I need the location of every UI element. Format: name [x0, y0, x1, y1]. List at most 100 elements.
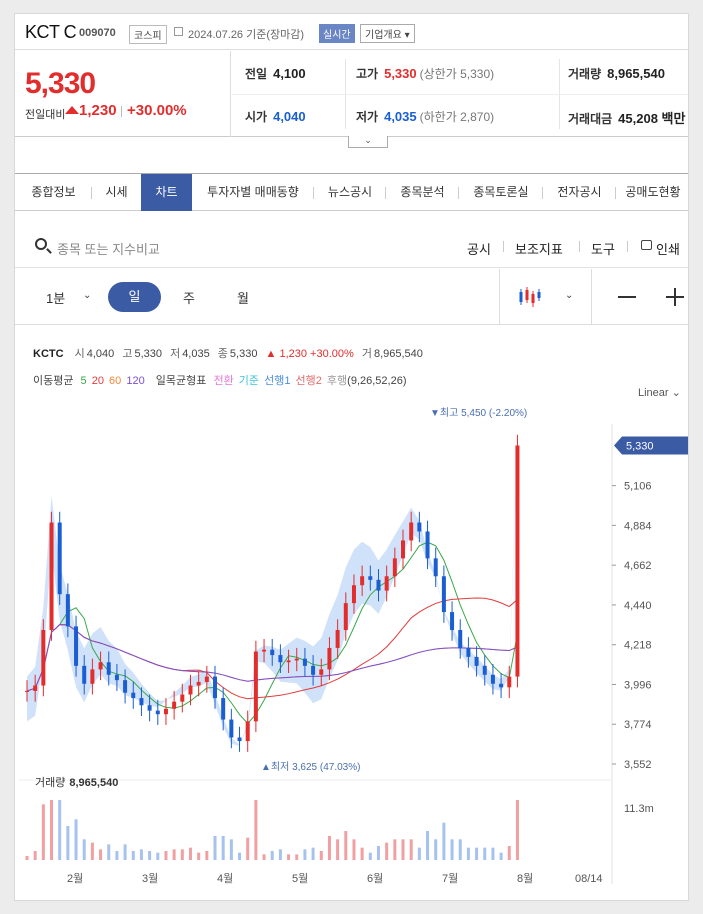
minute-period[interactable]: 1분: [46, 288, 65, 307]
volume-bar: [221, 836, 225, 860]
compare-search-input[interactable]: 종목 또는 지수비교: [57, 239, 160, 258]
period-month[interactable]: 월: [237, 288, 249, 307]
volume-value: 8,965,540: [607, 66, 665, 81]
high-legend-value: 5,330: [134, 348, 162, 360]
price-chart[interactable]: 3,552 3,774 3,996 4,218 4,440 4,662 4,884 5,106…: [15, 404, 689, 894]
candle-body: [123, 680, 128, 693]
stock-code: 009070: [79, 27, 116, 39]
tab-investor-trading[interactable]: 투자자별 매매동향: [192, 174, 314, 211]
candle-body: [515, 445, 520, 677]
notice-button[interactable]: 공시: [467, 239, 491, 258]
candle-body: [237, 737, 242, 742]
tab-label: 종목토론실: [473, 185, 529, 199]
scale-dropdown[interactable]: Linear ⌄: [638, 386, 681, 399]
current-price: 5,330: [25, 67, 96, 100]
volume-legend-label: 거래량: [35, 777, 66, 789]
price-chart-svg[interactable]: 3,552 3,774 3,996 4,218 4,440 4,662 4,884 5,106…: [15, 404, 689, 894]
search-icon[interactable]: [35, 238, 47, 250]
realtime-button[interactable]: 실시간: [319, 24, 355, 43]
candle-body: [482, 665, 487, 675]
y-tick-label: 4,884: [624, 520, 652, 532]
x-tick-label: 4월: [217, 872, 233, 885]
period-selector: 1분 ⌄ 일 주 월 ⌄: [15, 269, 688, 325]
candle-body: [490, 674, 495, 684]
volume-bar: [287, 854, 291, 860]
volume-bar: [311, 847, 315, 860]
print-button[interactable]: 인쇄: [656, 239, 680, 258]
ma20-label: 20: [91, 375, 104, 387]
tab-news[interactable]: 뉴스공시: [314, 174, 386, 211]
volume-bar: [483, 847, 487, 860]
tab-disclosure[interactable]: 전자공시: [543, 174, 616, 211]
volume-bar: [107, 844, 111, 860]
candlestick-icon[interactable]: [518, 287, 544, 307]
up-arrow-icon: [65, 106, 79, 114]
y-tick-label: 3,996: [624, 679, 652, 691]
candle-body: [360, 576, 365, 586]
price-summary: 5,330 전일대비 1,230 +30.00% 전일 4,100 고가 5,330…: [15, 51, 688, 137]
candle-body: [433, 558, 438, 577]
candle-body: [417, 522, 422, 532]
candle-body: [327, 647, 332, 670]
tab-chart[interactable]: 차트: [141, 174, 192, 211]
period-week[interactable]: 주: [183, 288, 195, 307]
stock-name[interactable]: KCT C: [25, 22, 77, 43]
zoom-in-icon[interactable]: [674, 288, 676, 306]
calendar-icon: [174, 27, 183, 36]
volume-legend-value: 8,965,540: [69, 777, 119, 789]
tab-overview[interactable]: 종합정보: [15, 174, 92, 211]
low-label: 저가: [356, 110, 379, 124]
change-label: 전일대비: [25, 109, 66, 121]
tab-short-selling[interactable]: 공매도현황: [616, 174, 688, 211]
volume-bar: [507, 846, 511, 860]
ma120-label: 120: [126, 375, 145, 387]
tab-analysis[interactable]: 종목분석: [386, 174, 459, 211]
ichimoku-span2: 선행2: [295, 375, 322, 387]
chevron-down-icon[interactable]: ⌄: [83, 290, 91, 301]
tools-button[interactable]: 도구: [591, 239, 615, 258]
close-legend-label: 종: [217, 348, 228, 360]
volume-bar: [417, 847, 421, 860]
change-percent: +30.00%: [127, 102, 187, 119]
stock-header: KCT C 009070 코스피 2024.07.26 기준(장마감) 실시간 …: [15, 14, 688, 50]
volume-bar: [131, 851, 135, 860]
indicator-button[interactable]: 보조지표: [515, 239, 563, 258]
volume-bar: [90, 842, 94, 860]
max-price-label: ▼최고 5,450 (-2.20%): [430, 407, 527, 419]
candle-body: [106, 662, 111, 675]
lower-limit: (하한가 2,870): [419, 110, 495, 124]
candle-body: [253, 651, 258, 722]
volume-bar: [401, 839, 405, 860]
candle-body: [82, 665, 87, 684]
tab-quotes[interactable]: 시세: [92, 174, 141, 211]
amount-value: 45,208 백만: [618, 111, 686, 126]
divider: [121, 106, 122, 117]
open-legend-value: 4,040: [86, 348, 115, 360]
zoom-out-icon[interactable]: [618, 296, 636, 298]
ichimoku-tenkan: 전환: [213, 375, 234, 387]
period-day[interactable]: 일: [108, 282, 161, 312]
ma5-label: 5: [80, 375, 87, 387]
volume-bar: [139, 849, 143, 860]
volume-bar: [450, 839, 454, 860]
candle-body: [319, 669, 324, 675]
volume-legend: 거래량 8,965,540: [35, 774, 118, 790]
volume-bar: [515, 800, 519, 860]
chevron-down-icon[interactable]: ⌄: [565, 290, 573, 301]
tab-discussion[interactable]: 종목토론실: [459, 174, 543, 211]
volume-axis-label: 11.3m: [624, 803, 654, 815]
tab-label: 종목분석: [400, 185, 445, 199]
volume-bar: [66, 826, 70, 860]
company-info-dropdown[interactable]: 기업개요 ▾: [360, 24, 415, 43]
tab-label: 전자공시: [557, 185, 602, 199]
collapse-toggle[interactable]: ⌄: [348, 136, 388, 148]
candle-body: [409, 522, 414, 541]
ichimoku-label: 일목균형표: [155, 375, 207, 387]
volume-bar: [295, 854, 299, 860]
chevron-down-icon: ⌄: [364, 135, 372, 145]
upper-limit: (상한가 5,330): [419, 67, 495, 81]
trade-amount: 거래대금 45,208 백만: [568, 108, 685, 127]
search-toolbar: 종목 또는 지수비교 공시 보조지표 도구 인쇄: [15, 222, 688, 268]
candle-body: [458, 630, 463, 648]
print-icon[interactable]: [641, 240, 652, 250]
